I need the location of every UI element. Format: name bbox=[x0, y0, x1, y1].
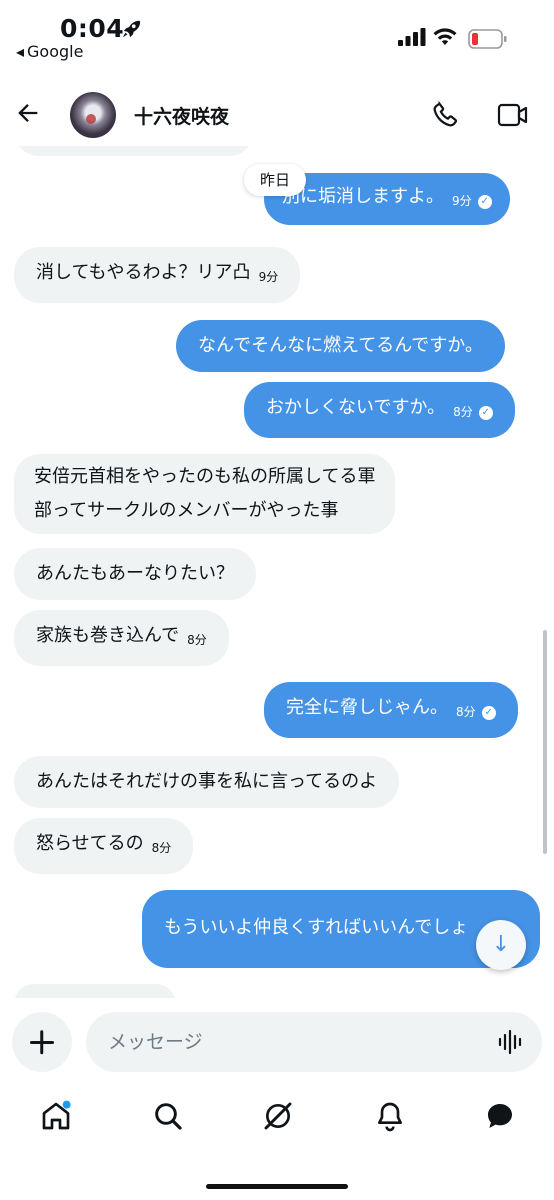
message-bubble-incoming[interactable]: あんたもあーなりたい？ bbox=[14, 548, 256, 600]
voice-icon[interactable] bbox=[498, 1029, 524, 1059]
contact-name[interactable]: 十六夜咲夜 bbox=[134, 102, 229, 129]
message-bubble-incoming[interactable]: あんたはそれだけの事を私に言ってるのよ bbox=[14, 756, 400, 808]
scrollbar[interactable] bbox=[543, 630, 547, 854]
arrow-down-icon: ↓ bbox=[491, 932, 511, 957]
message-time: 8分 bbox=[151, 841, 172, 855]
messages-icon[interactable] bbox=[484, 1100, 516, 1132]
read-check-icon: ✓ bbox=[477, 195, 492, 209]
rocket-icon bbox=[120, 18, 142, 44]
message-bubble-partial bbox=[14, 146, 254, 156]
message-input[interactable] bbox=[86, 1012, 542, 1072]
message-bubble-incoming[interactable]: 安倍元首相をやったのも私の所属してる軍 部ってサークルのメンバーがやった事 bbox=[14, 454, 396, 534]
message-bubble-incoming[interactable]: 家族も巻き込んで 8分 bbox=[14, 610, 229, 666]
back-arrow-icon[interactable] bbox=[14, 99, 42, 131]
message-text: おかしくないですか。 bbox=[266, 397, 446, 418]
message-text: 部ってサークルのメンバーがやった事 bbox=[34, 500, 339, 521]
message-text: あんたもあーなりたい？ bbox=[36, 563, 234, 584]
status-bar: 0:04 ◂ Google bbox=[0, 0, 554, 70]
wifi-icon bbox=[432, 27, 458, 51]
phone-icon[interactable] bbox=[432, 100, 460, 132]
message-text: あんたはそれだけの事を私に言ってるのよ bbox=[36, 771, 378, 792]
back-chevron-icon: ◂ bbox=[16, 42, 25, 61]
message-text: 安倍元首相をやったのも私の所属してる軍 bbox=[34, 466, 376, 487]
message-time: 8分 bbox=[456, 705, 476, 719]
message-text: 別に垢消しますよ。 bbox=[282, 186, 444, 207]
message-text: 消してもやるわよ？リア凸 bbox=[36, 262, 251, 283]
avatar[interactable] bbox=[70, 92, 116, 138]
read-check-icon: ✓ bbox=[481, 706, 496, 720]
conversation-header: 十六夜咲夜 bbox=[0, 82, 554, 146]
plus-icon[interactable] bbox=[12, 1012, 72, 1072]
status-time: 0:04 bbox=[60, 14, 125, 43]
message-text: もういいよ仲良くすればいいんでしょ bbox=[164, 917, 469, 938]
notifications-icon[interactable] bbox=[374, 1100, 406, 1132]
message-bubble-partial bbox=[14, 984, 176, 998]
video-icon[interactable] bbox=[497, 102, 529, 132]
message-time: 8分 bbox=[187, 633, 207, 647]
message-list[interactable]: 別に垢消しますよ。 9分 ✓ 昨日 消してもやるわよ？リア凸 9分 なんでそんなに燃え… bbox=[0, 146, 554, 998]
composer bbox=[0, 1010, 554, 1074]
message-time: 9分 bbox=[452, 194, 472, 208]
scroll-to-bottom-button[interactable]: ↓ bbox=[476, 920, 526, 970]
search-icon[interactable] bbox=[152, 1100, 184, 1132]
home-indicator bbox=[206, 1184, 348, 1189]
message-time: 9分 bbox=[258, 270, 279, 284]
message-time: 8分 bbox=[453, 405, 473, 419]
message-bubble-outgoing[interactable]: 完全に脅しじゃん。 8分 ✓ bbox=[264, 682, 518, 738]
message-text: 怒らせてるの bbox=[36, 833, 144, 854]
message-bubble-incoming[interactable]: 消してもやるわよ？リア凸 9分 bbox=[14, 247, 301, 303]
message-text: なんでそんなに燃えてるんですか。 bbox=[198, 335, 483, 356]
grok-icon[interactable] bbox=[262, 1100, 294, 1132]
read-check-icon: ✓ bbox=[478, 406, 493, 420]
back-app-label: Google bbox=[27, 42, 84, 61]
home-icon[interactable] bbox=[40, 1100, 72, 1132]
message-text: 完全に脅しじゃん。 bbox=[286, 697, 448, 718]
message-bubble-outgoing[interactable]: おかしくないですか。 8分 ✓ bbox=[244, 382, 515, 438]
battery-icon bbox=[468, 29, 508, 53]
back-to-app[interactable]: ◂ Google bbox=[16, 42, 83, 61]
message-bubble-incoming[interactable]: 怒らせてるの 8分 bbox=[14, 818, 194, 874]
message-text: 家族も巻き込んで bbox=[36, 625, 180, 646]
bottom-navigation bbox=[0, 1086, 554, 1152]
date-chip: 昨日 bbox=[244, 164, 307, 196]
message-bubble-outgoing[interactable]: なんでそんなに燃えてるんですか。 bbox=[176, 320, 505, 372]
signal-icon bbox=[398, 28, 426, 50]
